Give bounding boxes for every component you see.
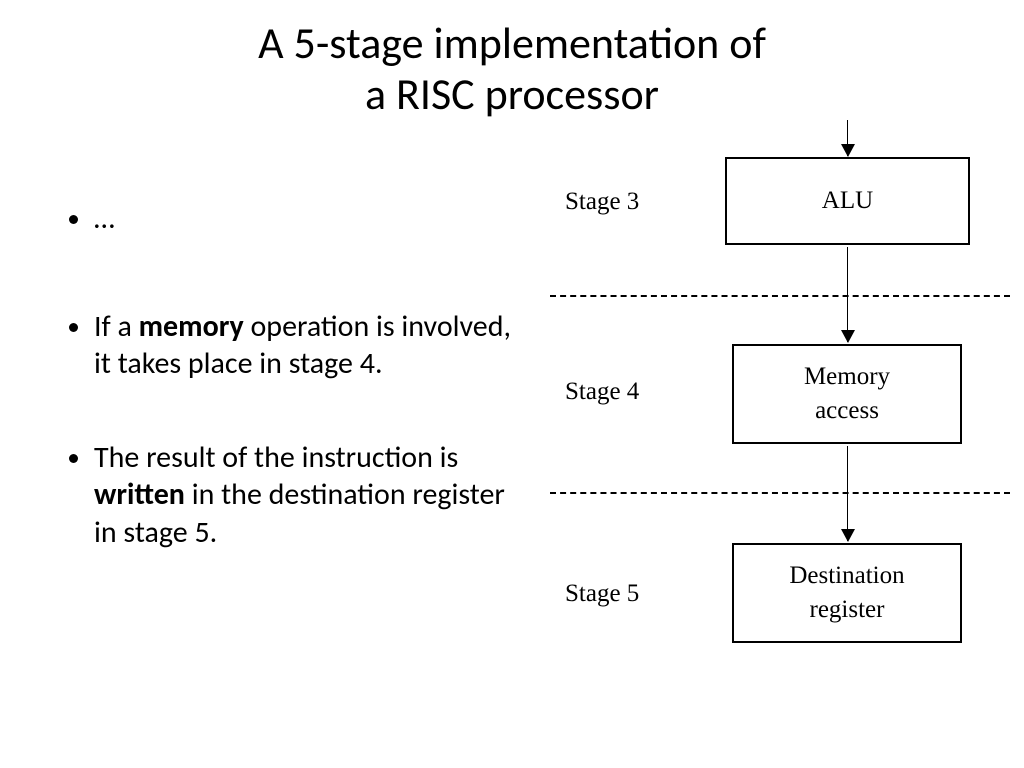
stage5-box-line2: register: [810, 593, 885, 627]
bullet-3: The result of the instruction is written…: [94, 439, 520, 552]
stage4-box-line2: access: [815, 394, 879, 428]
stage5-label: Stage 5: [565, 580, 639, 608]
bullet-3-bold: written: [94, 476, 185, 513]
stage4-label: Stage 4: [565, 378, 639, 406]
bullet-list: … If a memory operation is involved, it …: [60, 200, 520, 607]
bullet-1: …: [94, 200, 520, 238]
stage4-box-line1: Memory: [804, 360, 890, 394]
stage3-label: Stage 3: [565, 188, 639, 216]
title-line-2: a RISC processor: [365, 67, 659, 121]
bullet-2-pre: If a: [94, 308, 139, 345]
bullet-2-bold: memory: [139, 308, 244, 345]
pipeline-diagram: Stage 3 ALU Stage 4 Memory access Stage …: [550, 120, 1010, 750]
stage3-box-text: ALU: [822, 184, 873, 218]
bullet-1-text: …: [94, 200, 115, 237]
divider-3-4: [550, 295, 1010, 297]
divider-4-5: [550, 492, 1010, 494]
arrow-into-stage3: [847, 120, 848, 156]
bullet-2: If a memory operation is involved, it ta…: [94, 308, 520, 383]
bullet-3-pre: The result of the instruction is: [94, 439, 458, 476]
stage5-box: Destination register: [732, 543, 962, 643]
stage3-box: ALU: [725, 157, 970, 245]
title-line-1: A 5-stage implementation of: [258, 16, 766, 70]
stage5-box-line1: Destination: [789, 559, 904, 593]
slide-title: A 5-stage implementation of a RISC proce…: [0, 18, 1024, 119]
stage4-box: Memory access: [732, 344, 962, 444]
